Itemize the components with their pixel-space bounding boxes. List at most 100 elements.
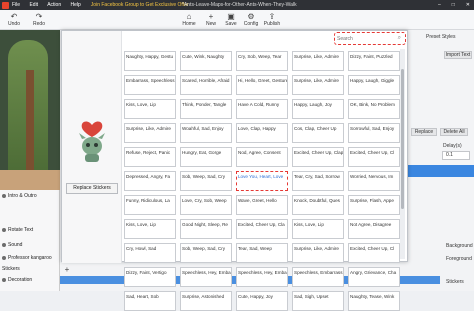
sticker-cell[interactable]: Think, Ponder, Tangle [180, 99, 232, 119]
sticker-cell[interactable]: Good Night, Sleep, Re [180, 219, 232, 239]
track-professor-kangaroo[interactable]: Professor kangaroo [2, 255, 52, 261]
sticker-cell[interactable]: Speechless, Hey, Emba [180, 267, 232, 287]
sticker-scrollbar[interactable] [400, 49, 405, 259]
sticker-cell[interactable]: Happy, Laugh, Joy [292, 99, 344, 119]
sticker-cell[interactable]: Kiss, Love, Lip [124, 99, 176, 119]
sticker-cell[interactable]: Naughty, Tease, Wink [348, 291, 400, 311]
scrollbar-thumb[interactable] [401, 69, 404, 209]
import-text-button[interactable]: Import Text [444, 51, 472, 59]
sticker-cell[interactable]: Naughty, Happy, Gestu [124, 51, 176, 71]
add-track-icon[interactable]: + [63, 266, 71, 274]
sticker-cell[interactable]: Worried, Nervous, Im [348, 171, 400, 191]
sticker-cell[interactable]: Scared, Horrible, Afraid [180, 75, 232, 95]
home-button[interactable]: ⌂ Home [178, 12, 200, 27]
sticker-cell[interactable]: Cry, Howl, Sad [124, 243, 176, 263]
sticker-cell[interactable]: Kiss, Love, Lip [124, 219, 176, 239]
sticker-cell[interactable]: OK, Bink, No Problem [348, 99, 400, 119]
sticker-cell[interactable]: Speechless, Embarrass [292, 267, 344, 287]
sticker-cell[interactable]: Cry, Sob, Weep, Tear [236, 51, 288, 71]
sticker-cell[interactable]: Surprise, Like, Admire [124, 123, 176, 143]
sticker-search-input[interactable] [337, 35, 395, 43]
sticker-cell[interactable]: Excited, Cheer Up, Clap [292, 147, 344, 167]
sticker-cell[interactable]: Not Agree, Disagree [348, 219, 400, 239]
sticker-cell[interactable]: Angry, Grievance, Cha [348, 267, 400, 287]
sticker-cell[interactable]: Love, Clap, Happy [236, 123, 288, 143]
sticker-cell[interactable]: Have A Cold, Runny [236, 99, 288, 119]
preset-styles-tab[interactable]: Preset Styles [426, 34, 455, 40]
sticker-cell[interactable]: Surprise, Flash, Appe [348, 195, 400, 215]
sticker-cell[interactable]: Knock, Doubtful, Ques [292, 195, 344, 215]
sticker-cell[interactable]: Refuse, Reject, Panic [124, 147, 176, 167]
replace-stickers-button[interactable]: Replace Stickers [66, 183, 118, 194]
sticker-cell[interactable]: Cute, Happy, Joy [236, 291, 288, 311]
sticker-cell[interactable]: Love You, Heart, Love [236, 171, 288, 191]
sticker-cell[interactable]: Love, Cry, Sob, Weep [180, 195, 232, 215]
sticker-cell[interactable]: Funny, Ridiculous, La [124, 195, 176, 215]
foreground-track-label[interactable]: Foreground [446, 256, 472, 262]
sticker-cell[interactable]: Surprise, Like, Admire [292, 51, 344, 71]
delay-input[interactable]: 0.1 [442, 151, 470, 160]
publish-button[interactable]: ⇪ Publish [261, 12, 283, 27]
menu-edit[interactable]: Edit [29, 2, 38, 8]
redo-button[interactable]: ↷ Redo [28, 12, 50, 27]
track-stickers[interactable]: Stickers [2, 266, 20, 272]
track-decoration[interactable]: Decoration [2, 277, 32, 283]
sticker-cell[interactable]: Wave, Greet, Hello [236, 195, 288, 215]
sticker-cell[interactable]: Sob, Weep, Sad, Cry [180, 243, 232, 263]
sticker-cell[interactable]: Depressed, Angry, Fa [124, 171, 176, 191]
sticker-search-box[interactable]: ⌕ [334, 32, 406, 45]
sticker-cell[interactable]: Tear, Cry, Sad, Sorrow [292, 171, 344, 191]
menu-action[interactable]: Action [47, 2, 61, 8]
trunk-illustration [26, 70, 34, 180]
track-sound[interactable]: Sound [2, 242, 22, 248]
sticker-cell[interactable]: Surprise, Like, Admire [292, 243, 344, 263]
sticker-cell[interactable]: Sob, Weep, Sad, Cry [180, 171, 232, 191]
sticker-cell[interactable]: Dizzy, Faint, Vertigo [124, 267, 176, 287]
track-intro-outro[interactable]: Intro & Outro [2, 193, 37, 199]
canvas-preview[interactable] [0, 30, 60, 190]
sticker-cell[interactable]: Embarrass, Speechless [124, 75, 176, 95]
sticker-cell[interactable]: Excited, Cheer Up, Cl [348, 243, 400, 263]
sticker-cell[interactable]: Cos, Clap, Cheer Up [292, 123, 344, 143]
promo-link[interactable]: Join Facebook Group to Get Exclusive Off… [91, 2, 189, 8]
track-icon [2, 278, 6, 282]
sticker-cell[interactable]: Excited, Cheer Up, Cla [236, 219, 288, 239]
sticker-cell[interactable]: Speechless, Hey, Emba [236, 267, 288, 287]
minimize-button[interactable]: – [438, 2, 441, 8]
search-icon[interactable]: ⌕ [398, 35, 401, 42]
track-rotate-text[interactable]: Rotate Text [2, 227, 33, 233]
track-label: Sound [8, 242, 23, 248]
delete-all-button[interactable]: Delete All [440, 128, 468, 136]
new-button[interactable]: + New [200, 12, 222, 27]
sticker-cell[interactable]: Hungry, Eat, Gorge [180, 147, 232, 167]
replace-button[interactable]: Replace [411, 128, 437, 136]
config-label: Config [243, 21, 259, 27]
sticker-cell[interactable]: Surprise, Astonished [180, 291, 232, 311]
sticker-cell[interactable]: Dizzy, Faint, Puzzled [348, 51, 400, 71]
sticker-cell[interactable]: Tear, Sad, Weep [236, 243, 288, 263]
close-button[interactable]: ✕ [466, 2, 470, 8]
menu-file[interactable]: File [12, 2, 20, 8]
sticker-cell[interactable]: Sorrowful, Sad, Enjoy [348, 123, 400, 143]
save-button[interactable]: ▣ Save [220, 12, 242, 27]
sticker-cell[interactable]: Excited, Cheer Up, Cl [348, 147, 400, 167]
sticker-cell[interactable]: Sad, Sigh, Upset [292, 291, 344, 311]
stickers-track-label[interactable]: Stickers [446, 279, 464, 285]
config-button[interactable]: ⚙ Config [240, 12, 262, 27]
track-label: Decoration [8, 277, 33, 283]
sticker-cell[interactable]: Hi, Hello, Greet, Gesture [236, 75, 288, 95]
sticker-cell[interactable]: Surprise, Like, Admire [292, 75, 344, 95]
background-track-label[interactable]: Background [446, 243, 473, 249]
track-label: Stickers [2, 266, 20, 272]
sticker-cell[interactable]: Cute, Wink, Naughty [180, 51, 232, 71]
gear-icon: ⚙ [247, 12, 255, 21]
sticker-cell[interactable]: Kiss, Love, Lip [292, 219, 344, 239]
menu-help[interactable]: Help [71, 2, 81, 8]
sticker-preview-image [79, 121, 105, 162]
sticker-cell[interactable]: Woahful, Sad, Enjoy [180, 123, 232, 143]
maximize-button[interactable]: □ [452, 2, 455, 8]
sticker-cell[interactable]: Nod, Agree, Consent [236, 147, 288, 167]
sticker-cell[interactable]: Happy, Laugh, Giggle [348, 75, 400, 95]
undo-button[interactable]: ↶ Undo [3, 12, 25, 27]
sticker-cell[interactable]: Sad, Heart, Sob [124, 291, 176, 311]
